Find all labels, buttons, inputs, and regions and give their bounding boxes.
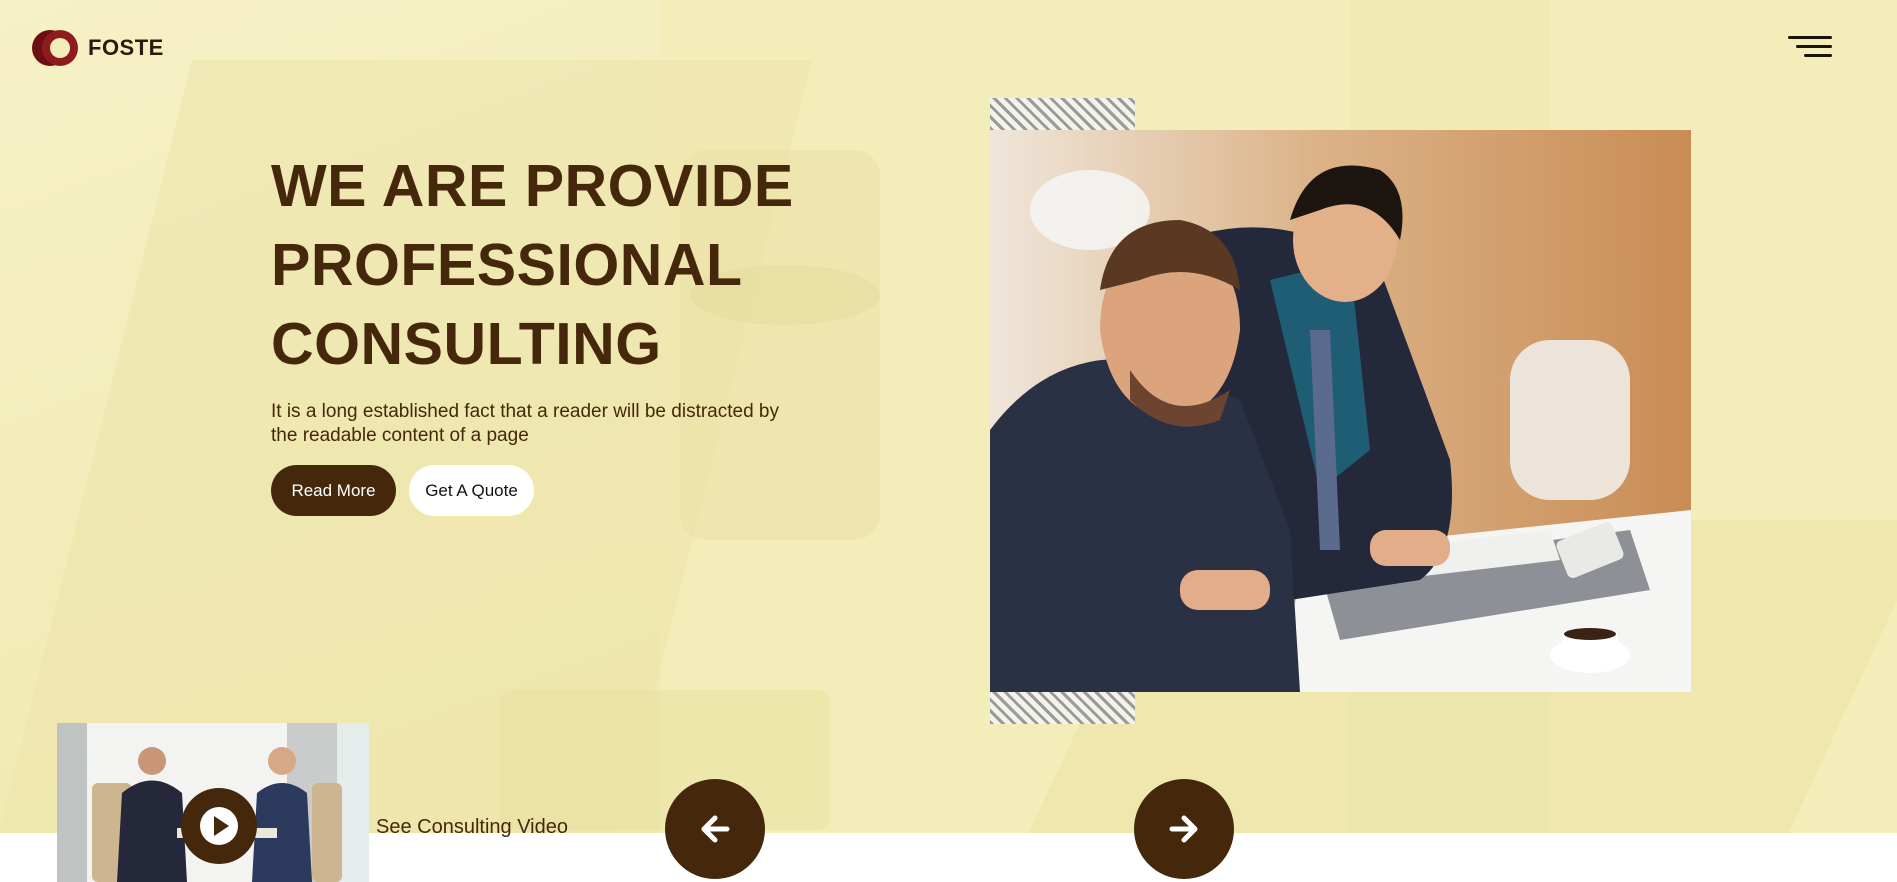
background-keyboard-shape — [500, 690, 830, 830]
video-label[interactable]: See Consulting Video — [376, 816, 568, 839]
slider-next-button[interactable] — [1134, 779, 1234, 879]
double-ring-logo-icon — [32, 30, 78, 66]
brand-name: FOSTE — [88, 35, 164, 60]
read-more-button[interactable]: Read More — [271, 465, 396, 516]
description-line: the readable content of a page — [271, 425, 529, 446]
hero-headline: WE ARE PROVIDE PROFESSIONAL CONSULTING — [271, 147, 831, 384]
headline-line: CONSULTING — [271, 311, 662, 377]
play-icon — [200, 807, 238, 845]
decorative-stripes-bottom — [990, 692, 1135, 724]
brand-logo[interactable]: FOSTE — [32, 30, 164, 66]
slider-prev-button[interactable] — [665, 779, 765, 879]
hero-section: FOSTE WE ARE PROVIDE PROFESSIONAL CONSUL… — [0, 0, 1897, 833]
get-a-quote-button[interactable]: Get A Quote — [409, 465, 534, 516]
decorative-stripes-top — [990, 98, 1135, 130]
consulting-photo — [990, 130, 1691, 692]
play-video-button[interactable] — [181, 788, 257, 864]
arrow-right-icon — [1169, 815, 1198, 843]
description-line: It is a long established fact that a rea… — [271, 401, 779, 422]
hero-description: It is a long established fact that a rea… — [271, 400, 831, 448]
headline-line: PROFESSIONAL — [271, 232, 743, 298]
arrow-left-icon — [701, 815, 730, 843]
headline-line: WE ARE PROVIDE — [271, 153, 794, 219]
hamburger-menu-icon[interactable] — [1784, 36, 1832, 62]
